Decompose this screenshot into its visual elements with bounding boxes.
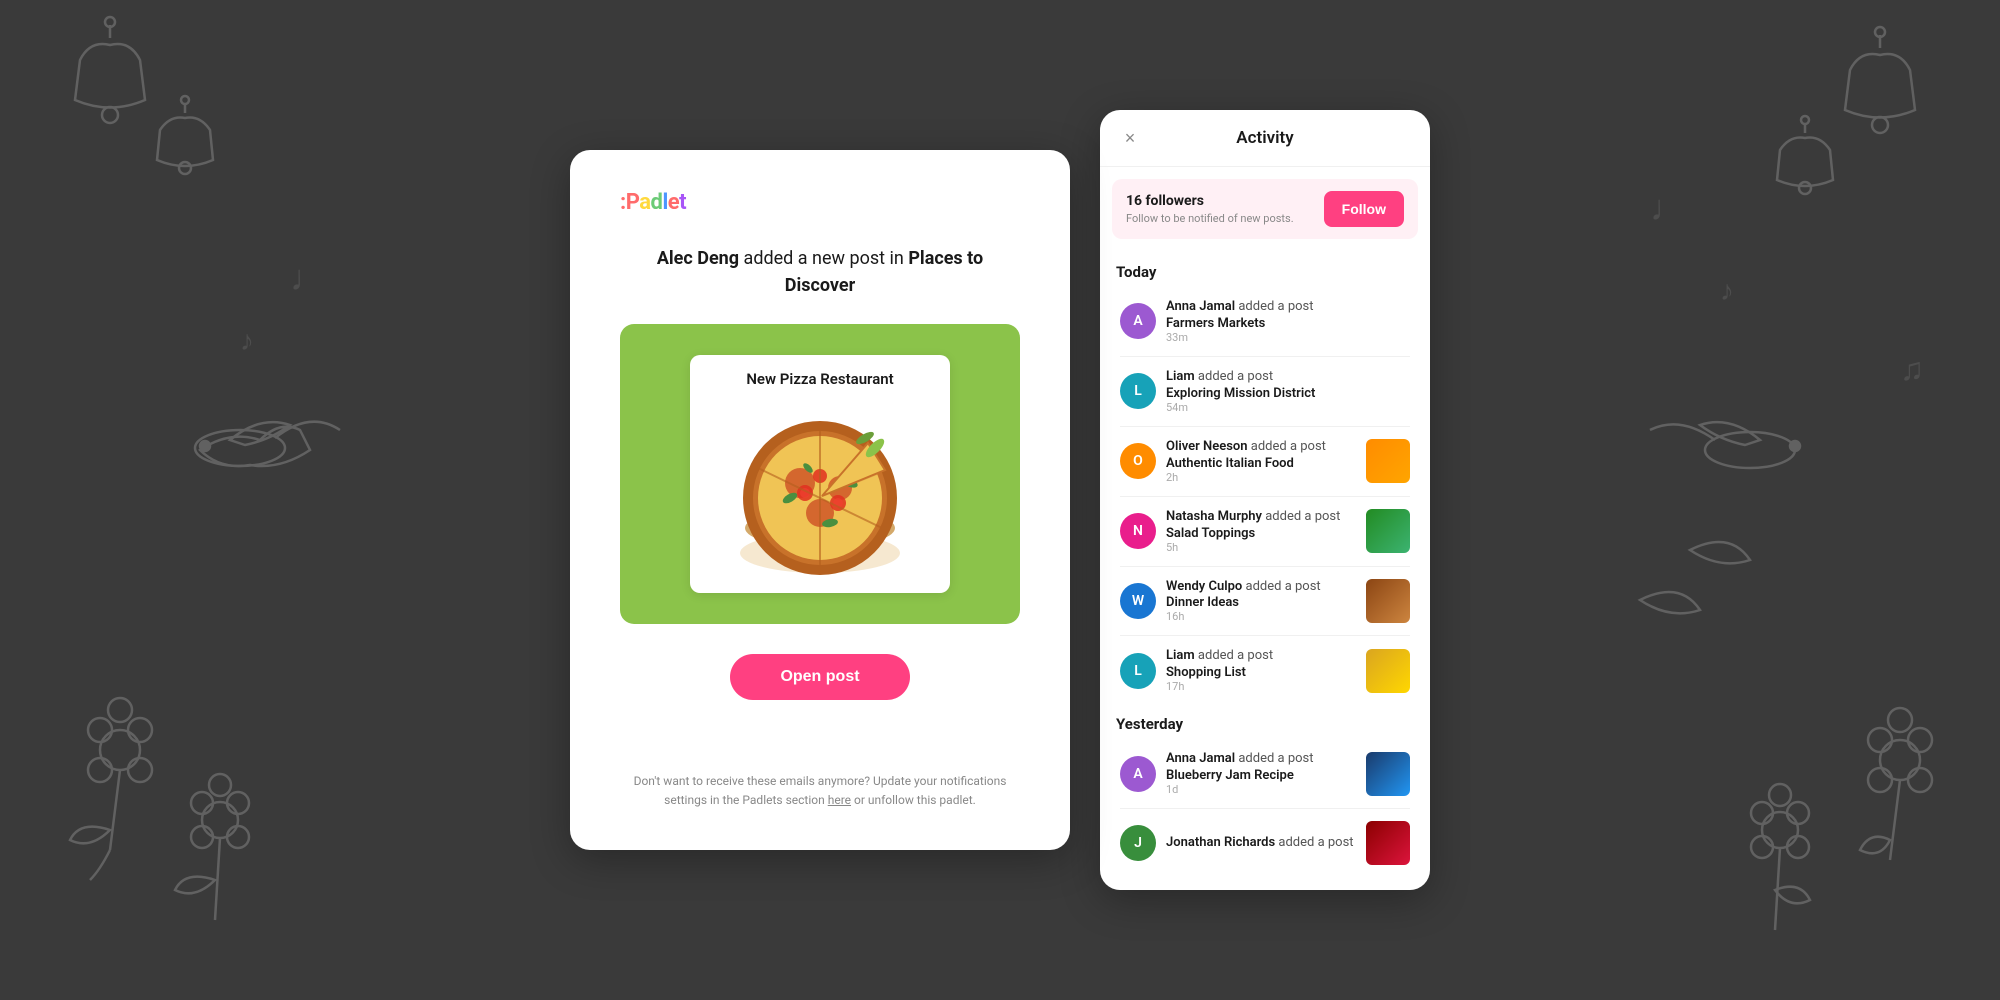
activity-item-text: Liam added a post Shopping List 17h xyxy=(1166,648,1356,693)
email-footer: Don't want to receive these emails anymo… xyxy=(620,772,1020,810)
list-item[interactable]: J Jonathan Richards added a post xyxy=(1112,811,1418,875)
activity-item-text: Natasha Murphy added a post Salad Toppin… xyxy=(1166,509,1356,554)
avatar: W xyxy=(1120,583,1156,619)
activity-item-text: Anna Jamal added a post Farmers Markets … xyxy=(1166,299,1410,344)
pizza-image xyxy=(720,398,920,578)
close-button[interactable]: × xyxy=(1116,124,1144,152)
avatar: J xyxy=(1120,825,1156,861)
list-item[interactable]: N Natasha Murphy added a post Salad Topp… xyxy=(1112,499,1418,564)
activity-thumbnail xyxy=(1366,439,1410,483)
activity-item-text: Oliver Neeson added a post Authentic Ita… xyxy=(1166,439,1356,484)
list-item[interactable]: W Wendy Culpo added a post Dinner Ideas … xyxy=(1112,569,1418,634)
today-label: Today xyxy=(1112,251,1418,289)
list-item[interactable]: A Anna Jamal added a post Blueberry Jam … xyxy=(1112,741,1418,806)
activity-thumbnail xyxy=(1366,509,1410,553)
email-card: :Padlet Alec Deng added a new post in Pl… xyxy=(570,150,1070,850)
post-card: New Pizza Restaurant xyxy=(690,355,950,593)
list-item[interactable]: A Anna Jamal added a post Farmers Market… xyxy=(1112,289,1418,354)
avatar: A xyxy=(1120,303,1156,339)
list-item[interactable]: L Liam added a post Exploring Mission Di… xyxy=(1112,359,1418,424)
activity-thumbnail xyxy=(1366,649,1410,693)
activity-thumbnail xyxy=(1366,821,1410,865)
activity-panel: × Activity 16 followers Follow to be not… xyxy=(1100,110,1430,890)
post-card-title: New Pizza Restaurant xyxy=(705,370,935,388)
activity-item-text: Anna Jamal added a post Blueberry Jam Re… xyxy=(1166,751,1356,796)
post-preview: New Pizza Restaurant xyxy=(620,324,1020,624)
open-post-button[interactable]: Open post xyxy=(730,654,909,700)
yesterday-label: Yesterday xyxy=(1112,703,1418,741)
follow-button[interactable]: Follow xyxy=(1324,191,1404,227)
activity-title: Activity xyxy=(1236,128,1293,148)
avatar: L xyxy=(1120,373,1156,409)
activity-content: Today A Anna Jamal added a post Farmers … xyxy=(1100,251,1430,890)
followers-count: 16 followers xyxy=(1126,193,1294,209)
followers-banner: 16 followers Follow to be notified of ne… xyxy=(1112,179,1418,239)
main-container: :Padlet Alec Deng added a new post in Pl… xyxy=(0,0,2000,1000)
avatar: A xyxy=(1120,756,1156,792)
logo: :Padlet xyxy=(620,190,686,215)
avatar: L xyxy=(1120,653,1156,689)
activity-thumbnail xyxy=(1366,752,1410,796)
list-item[interactable]: L Liam added a post Shopping List 17h xyxy=(1112,638,1418,703)
activity-item-text: Liam added a post Exploring Mission Dist… xyxy=(1166,369,1410,414)
footer-link[interactable]: here xyxy=(828,793,851,807)
followers-info: 16 followers Follow to be notified of ne… xyxy=(1126,193,1294,225)
avatar: N xyxy=(1120,513,1156,549)
email-subject: Alec Deng added a new post in Places to … xyxy=(620,245,1020,299)
email-author: Alec Deng xyxy=(657,248,739,269)
list-item[interactable]: O Oliver Neeson added a post Authentic I… xyxy=(1112,429,1418,494)
activity-item-text: Jonathan Richards added a post xyxy=(1166,835,1356,852)
activity-item-text: Wendy Culpo added a post Dinner Ideas 16… xyxy=(1166,579,1356,624)
followers-subtitle: Follow to be notified of new posts. xyxy=(1126,212,1294,225)
activity-thumbnail xyxy=(1366,579,1410,623)
activity-header: × Activity xyxy=(1100,110,1430,167)
avatar: O xyxy=(1120,443,1156,479)
